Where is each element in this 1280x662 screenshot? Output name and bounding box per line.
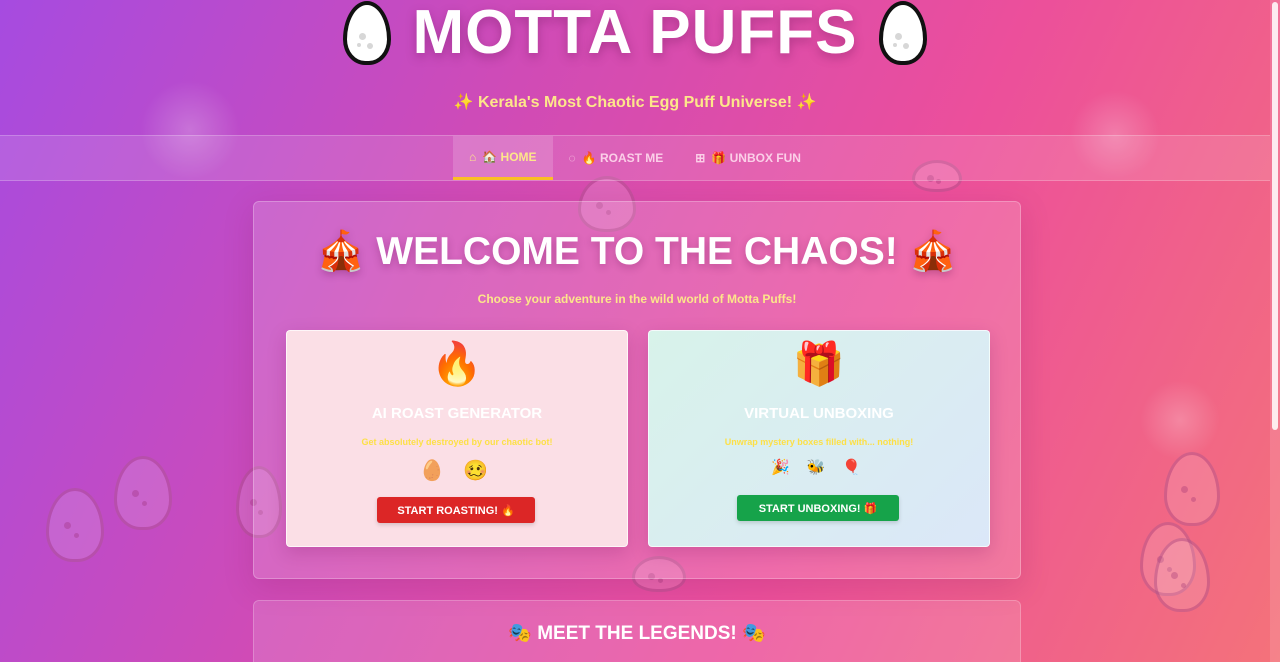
chat-bubble-icon: ◌ [568,151,576,165]
legends-title: 🎭 MEET THE LEGENDS! 🎭 [508,623,766,644]
egg-icon [879,1,928,65]
gift-icon: ⊞ [695,151,706,165]
welcome-title: 🎪 WELCOME TO THE CHAOS! 🎪 [316,230,958,273]
gift-icon: 🎁 [792,339,846,388]
card-title: VIRTUAL UNBOXING [744,405,894,422]
legends-panel: 🎭 MEET THE LEGENDS! 🎭 [253,600,1021,662]
roast-card[interactable]: 🔥 AI ROAST GENERATOR Get absolutely dest… [286,330,628,547]
start-roasting-button[interactable]: START ROASTING! 🔥 [377,497,535,523]
nav-item-home[interactable]: ⌂ 🏠 HOME [453,136,553,180]
egg-icon [342,1,391,65]
background-egg [114,456,172,530]
home-icon: ⌂ [469,149,477,164]
start-unboxing-button[interactable]: START UNBOXING! 🎁 [737,495,899,521]
unbox-card[interactable]: 🎁 VIRTUAL UNBOXING Unwrap mystery boxes … [648,330,990,547]
welcome-subtitle: Choose your adventure in the wild world … [477,292,797,306]
site-title: MOTTA PUFFS [412,0,858,67]
fire-icon: 🔥 [430,339,484,388]
nav-item-label: 🔥 ROAST ME [581,151,664,165]
scrollbar[interactable] [1270,0,1280,662]
site-header: MOTTA PUFFS ✨ Kerala's Most Chaotic Egg … [0,0,1270,136]
site-tagline: ✨ Kerala's Most Chaotic Egg Puff Univers… [453,94,817,111]
party-icons: 🎉 🐝 🎈 [771,458,867,476]
scrollbar-thumb[interactable] [1272,2,1278,430]
egg-and-woozy-face-icons: 🥚 🥴 [419,458,495,482]
main-nav: ⌂ 🏠 HOME ◌ 🔥 ROAST ME ⊞ 🎁 UNBOX FUN [0,135,1270,181]
background-egg [1164,452,1220,526]
welcome-panel: 🎪 WELCOME TO THE CHAOS! 🎪 Choose your ad… [253,201,1021,579]
card-description: Unwrap mystery boxes filled with... noth… [724,437,914,447]
card-description: Get absolutely destroyed by our chaotic … [361,437,553,447]
background-egg [1154,538,1210,612]
nav-item-label: 🎁 UNBOX FUN [711,151,801,165]
nav-item-unbox[interactable]: ⊞ 🎁 UNBOX FUN [679,136,817,180]
nav-item-label: 🏠 HOME [482,149,537,164]
background-glow [1140,380,1220,460]
nav-item-roast[interactable]: ◌ 🔥 ROAST ME [553,136,680,180]
title-row: MOTTA PUFFS [0,0,1270,72]
background-egg [46,488,104,562]
card-title: AI ROAST GENERATOR [371,405,543,422]
